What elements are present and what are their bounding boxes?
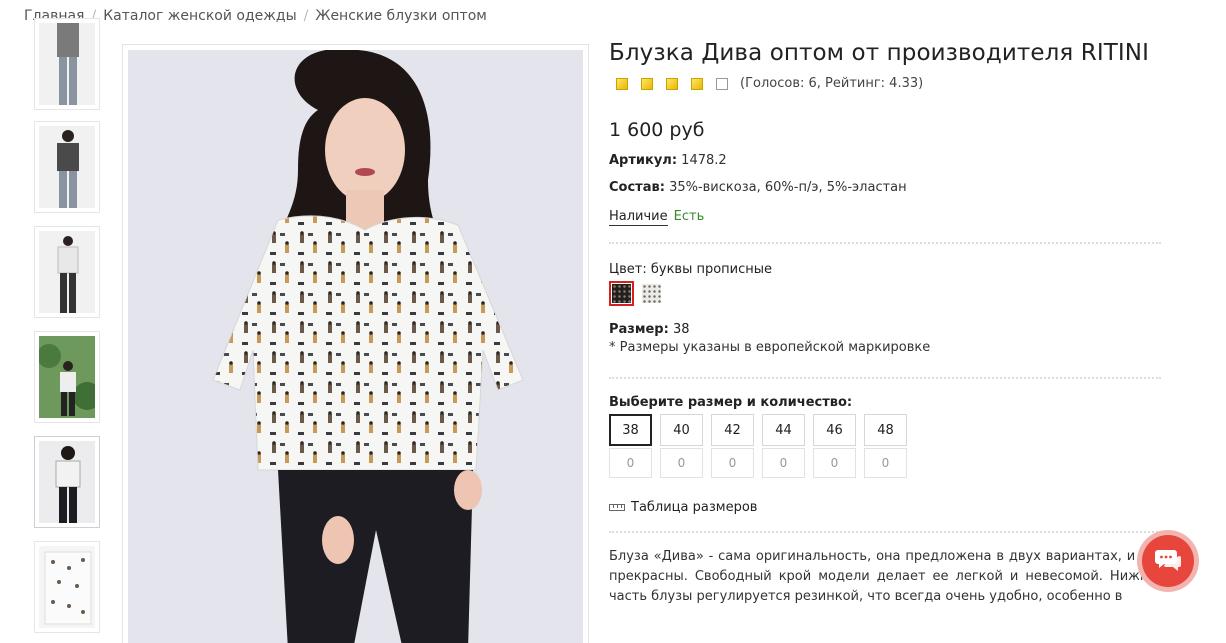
quantity-input-46[interactable]: 0 xyxy=(813,448,856,478)
color-label: Цвет: xyxy=(609,262,647,277)
size-column: 40 0 xyxy=(660,414,703,478)
article-value: 1478.2 xyxy=(681,153,727,168)
size-column: 48 0 xyxy=(864,414,907,478)
ruler-icon xyxy=(609,504,625,511)
breadcrumb-blouses[interactable]: Женские блузки оптом xyxy=(315,8,486,24)
divider xyxy=(609,242,1161,244)
product-description: Блуза «Дива» - сама оригинальность, она … xyxy=(609,549,1164,604)
size-value: 38 xyxy=(672,322,690,337)
thumbnail-3[interactable] xyxy=(34,226,100,318)
divider xyxy=(609,377,1161,379)
star-icon[interactable] xyxy=(691,77,703,90)
chat-bubble-icon xyxy=(1155,550,1181,571)
divider xyxy=(609,531,1161,533)
color-value: буквы прописные xyxy=(650,262,773,277)
thumbnail-2[interactable] xyxy=(34,121,100,213)
rating-votes: (Голосов: 6, Рейтинг: 4.33) xyxy=(740,76,924,91)
pick-size-label: Выберите размер и количество: xyxy=(609,395,853,410)
color-swatch-dark[interactable] xyxy=(609,281,634,306)
size-button-46[interactable]: 46 xyxy=(813,414,856,446)
size-column: 46 0 xyxy=(813,414,856,478)
thumbnail-1[interactable] xyxy=(34,18,100,110)
availability-row: Наличие Есть xyxy=(609,209,1169,226)
availability-value: Есть xyxy=(673,209,705,224)
size-table-link[interactable]: Таблица размеров xyxy=(609,500,1169,515)
rating: (Голосов: 6, Рейтинг: 4.33) xyxy=(609,76,1169,91)
thumbnail-6[interactable] xyxy=(34,541,100,633)
price: 1 600 руб xyxy=(609,119,705,141)
star-empty-icon[interactable] xyxy=(716,77,728,90)
availability-label[interactable]: Наличие xyxy=(609,209,668,226)
quantity-input-38[interactable]: 0 xyxy=(609,448,652,478)
size-table-label: Таблица размеров xyxy=(631,500,758,515)
star-icon[interactable] xyxy=(616,77,628,90)
color-swatches xyxy=(609,281,1169,306)
chat-button[interactable] xyxy=(1137,530,1199,592)
star-icon[interactable] xyxy=(641,77,653,90)
size-button-48[interactable]: 48 xyxy=(864,414,907,446)
quantity-input-42[interactable]: 0 xyxy=(711,448,754,478)
size-column: 44 0 xyxy=(762,414,805,478)
composition-row: Состав: 35%-вискоза, 60%-п/э, 5%-эластан xyxy=(609,180,1169,195)
composition-label: Состав: xyxy=(609,180,665,195)
size-column: 38 0 xyxy=(609,414,652,478)
quantity-input-48[interactable]: 0 xyxy=(864,448,907,478)
thumbnail-4[interactable] xyxy=(34,331,100,423)
size-button-44[interactable]: 44 xyxy=(762,414,805,446)
quantity-input-44[interactable]: 0 xyxy=(762,448,805,478)
star-icon[interactable] xyxy=(666,77,678,90)
color-row: Цвет: буквы прописные xyxy=(609,262,1169,277)
article-row: Артикул: 1478.2 xyxy=(609,153,1169,168)
size-button-38[interactable]: 38 xyxy=(609,414,652,446)
breadcrumb-separator: / xyxy=(303,8,309,24)
size-button-42[interactable]: 42 xyxy=(711,414,754,446)
article-label: Артикул: xyxy=(609,153,678,168)
size-note: * Размеры указаны в европейской маркиров… xyxy=(609,340,931,355)
main-product-photo[interactable] xyxy=(122,44,589,643)
size-column: 42 0 xyxy=(711,414,754,478)
size-quantity-grid: 38 0 40 0 42 0 44 0 46 0 48 0 xyxy=(609,414,1169,478)
thumbnail-5[interactable] xyxy=(34,436,100,528)
size-row: Размер: 38 xyxy=(609,322,1169,337)
size-button-40[interactable]: 40 xyxy=(660,414,703,446)
product-info: Блузка Дива оптом от производителя RITIN… xyxy=(609,40,1169,607)
breadcrumb-catalog[interactable]: Каталог женской одежды xyxy=(103,8,296,24)
product-title: Блузка Дива оптом от производителя RITIN… xyxy=(609,40,1149,66)
color-swatch-light[interactable] xyxy=(639,281,664,306)
composition-value: 35%-вискоза, 60%-п/э, 5%-эластан xyxy=(669,180,907,195)
quantity-input-40[interactable]: 0 xyxy=(660,448,703,478)
size-label: Размер: xyxy=(609,322,669,337)
